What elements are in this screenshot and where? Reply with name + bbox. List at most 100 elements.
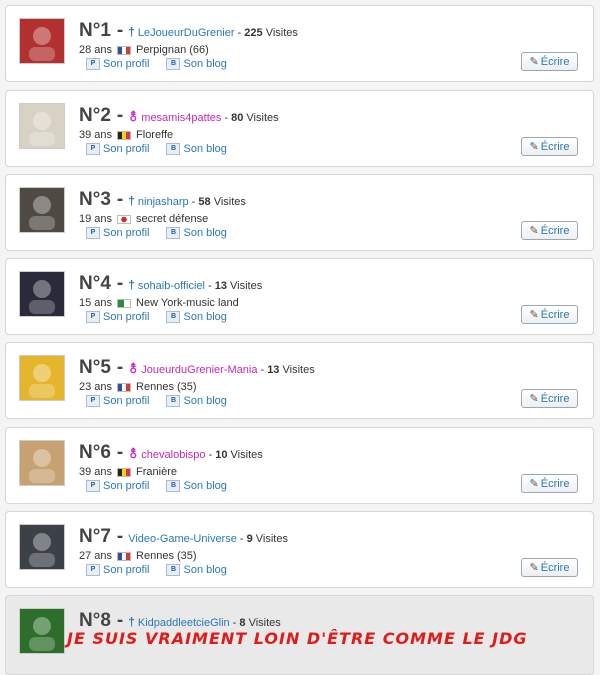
- ranking-card: N°1- † LeJoueurDuGrenier - 225 Visites 28 an…: [5, 5, 594, 82]
- rank-number: N°1: [79, 20, 111, 41]
- avatar[interactable]: [19, 608, 65, 654]
- blog-link-label: Son blog: [183, 564, 227, 576]
- visits-count: - 9 Visites: [239, 533, 288, 545]
- rank-number: N°5: [79, 357, 111, 378]
- location: New York-music land: [136, 297, 239, 309]
- visits-count: - 225 Visites: [237, 27, 298, 39]
- rank-line: N°6- ⚨ chevalobispo - 10 Visites: [79, 442, 263, 466]
- pencil-icon: ✎: [529, 478, 539, 490]
- username-link[interactable]: KidpaddleetcieGlin: [138, 617, 230, 629]
- write-button[interactable]: ✎ Écrire: [521, 305, 578, 324]
- profile-link[interactable]: P Son profil: [86, 564, 149, 576]
- write-button[interactable]: ✎ Écrire: [521, 52, 578, 71]
- rank-number: N°7: [79, 526, 111, 547]
- username-link[interactable]: Video-Game-Universe: [128, 533, 237, 545]
- visits-count: - 13 Visites: [207, 280, 263, 292]
- write-button[interactable]: ✎ Écrire: [521, 558, 578, 577]
- avatar[interactable]: [19, 524, 65, 570]
- visits-count: - 8 Visites: [232, 617, 281, 629]
- ranking-card: N°4- † sohaib-officiel - 13 Visites 15 ans Ne…: [5, 258, 594, 335]
- profile-link[interactable]: P Son profil: [86, 227, 149, 239]
- blog-link-label: Son blog: [183, 143, 227, 155]
- profile-link-label: Son profil: [103, 143, 150, 155]
- age: 23 ans: [79, 381, 113, 393]
- blog-link-label: Son blog: [183, 311, 227, 323]
- rank-separator: -: [116, 526, 124, 547]
- profile-link-label: Son profil: [103, 564, 150, 576]
- location: Perpignan (66): [136, 44, 209, 56]
- blog-link[interactable]: B Son blog: [166, 227, 227, 239]
- country-flag-icon: [117, 551, 132, 561]
- male-icon: †: [128, 194, 135, 208]
- ranking-card: N°3- † ninjasharp - 58 Visites 19 ans secret …: [5, 174, 594, 251]
- country-flag-icon: [117, 45, 132, 55]
- write-button-label: Écrire: [540, 55, 570, 68]
- rank-separator: -: [116, 20, 124, 41]
- age: 39 ans: [79, 466, 113, 478]
- username-link[interactable]: ninjasharp: [138, 196, 189, 208]
- blog-link[interactable]: B Son blog: [166, 311, 227, 323]
- rank-separator: -: [116, 273, 124, 294]
- blog-link-label: Son blog: [183, 480, 227, 492]
- write-button[interactable]: ✎ Écrire: [521, 389, 578, 408]
- blog-icon: B: [166, 564, 181, 576]
- rank-number: N°3: [79, 189, 111, 210]
- blog-icon: B: [166, 143, 181, 155]
- avatar[interactable]: [19, 440, 65, 486]
- pencil-icon: ✎: [529, 141, 539, 153]
- username-link[interactable]: sohaib-officiel: [138, 280, 205, 292]
- user-info: 19 ans secret défense: [79, 213, 208, 225]
- avatar[interactable]: [19, 18, 65, 64]
- write-button[interactable]: ✎ Écrire: [521, 221, 578, 240]
- blog-link-label: Son blog: [183, 227, 227, 239]
- blog-link[interactable]: B Son blog: [166, 564, 227, 576]
- user-links: P Son profil B Son blog: [86, 143, 244, 155]
- pencil-icon: ✎: [529, 309, 539, 321]
- blog-link[interactable]: B Son blog: [166, 395, 227, 407]
- blog-link[interactable]: B Son blog: [166, 480, 227, 492]
- username-link[interactable]: LeJoueurDuGrenier: [138, 27, 235, 39]
- user-links: P Son profil B Son blog: [86, 227, 244, 239]
- avatar[interactable]: [19, 187, 65, 233]
- username-link[interactable]: chevalobispo: [141, 449, 205, 461]
- blog-link[interactable]: B Son blog: [166, 143, 227, 155]
- write-button-label: Écrire: [540, 392, 570, 405]
- ranking-card: N°8- † KidpaddleetcieGlin - 8 Visites JE SUI…: [5, 595, 594, 675]
- profile-card-icon: P: [86, 143, 100, 155]
- profile-card-icon: P: [86, 395, 100, 407]
- visits-count: - 10 Visites: [208, 449, 263, 461]
- profile-link-label: Son profil: [103, 311, 150, 323]
- blog-link[interactable]: B Son blog: [166, 58, 227, 70]
- rank-number: N°6: [79, 442, 111, 463]
- write-button-label: Écrire: [540, 224, 570, 237]
- username-link[interactable]: JoueurduGrenier-Mania: [141, 364, 257, 376]
- user-info: 15 ans New York-music land: [79, 297, 239, 309]
- user-info: 27 ans Rennes (35): [79, 550, 197, 562]
- profile-card-icon: P: [86, 564, 100, 576]
- ranking-card: N°7- Video-Game-Universe - 9 Visites 27 ans…: [5, 511, 594, 588]
- profile-link[interactable]: P Son profil: [86, 395, 149, 407]
- avatar[interactable]: [19, 103, 65, 149]
- profile-link[interactable]: P Son profil: [86, 58, 149, 70]
- location: Floreffe: [136, 129, 174, 141]
- profile-link[interactable]: P Son profil: [86, 143, 149, 155]
- pencil-icon: ✎: [529, 562, 539, 574]
- rank-line: N°1- † LeJoueurDuGrenier - 225 Visites: [79, 20, 298, 44]
- rank-line: N°4- † sohaib-officiel - 13 Visites: [79, 273, 262, 297]
- blog-icon: B: [166, 227, 181, 239]
- profile-card-icon: P: [86, 58, 100, 70]
- write-button[interactable]: ✎ Écrire: [521, 137, 578, 156]
- write-button-label: Écrire: [540, 308, 570, 321]
- rank-number: N°4: [79, 273, 111, 294]
- profile-link[interactable]: P Son profil: [86, 311, 149, 323]
- username-link[interactable]: mesamis4pattes: [141, 112, 221, 124]
- profile-card-icon: P: [86, 227, 100, 239]
- avatar[interactable]: [19, 355, 65, 401]
- female-icon: ⚨: [128, 447, 139, 461]
- avatar[interactable]: [19, 271, 65, 317]
- profile-link[interactable]: P Son profil: [86, 480, 149, 492]
- blog-icon: B: [166, 311, 181, 323]
- write-button[interactable]: ✎ Écrire: [521, 474, 578, 493]
- visits-count: - 13 Visites: [260, 364, 315, 376]
- male-icon: †: [128, 615, 135, 629]
